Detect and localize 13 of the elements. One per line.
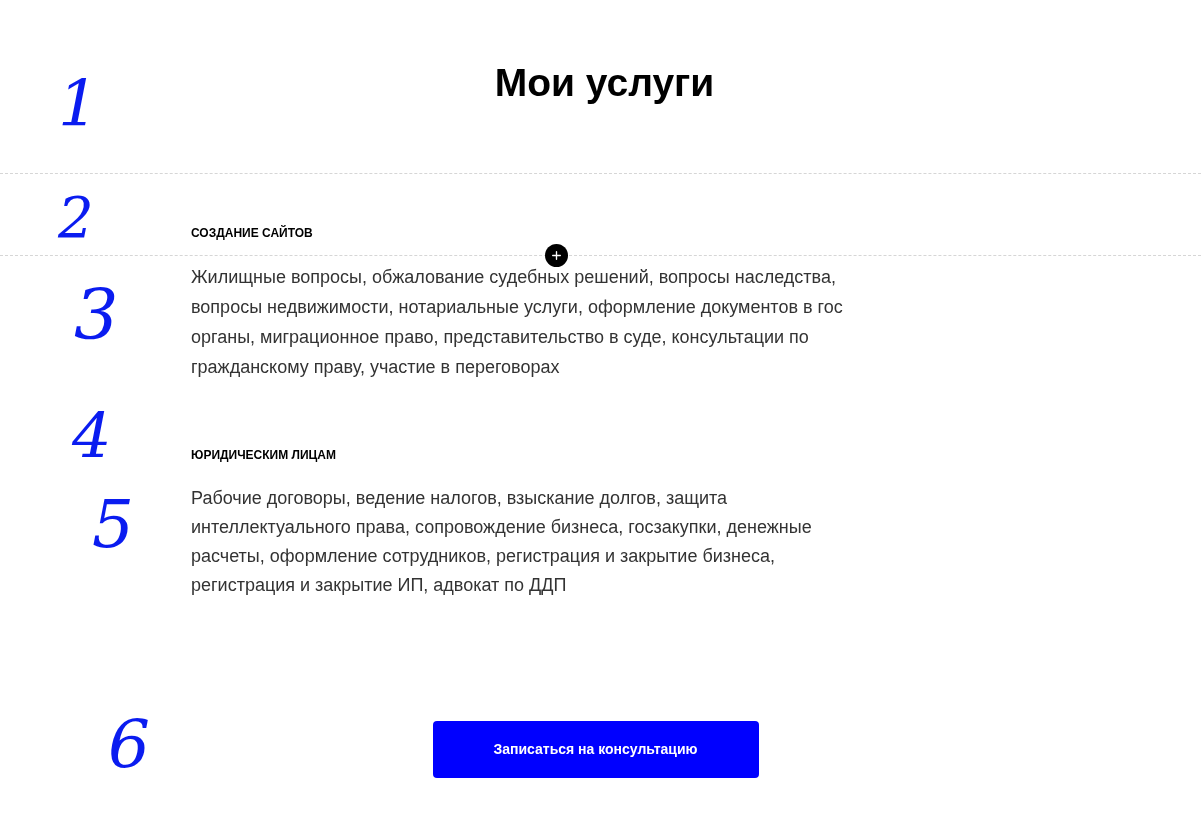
service-description: Рабочие договоры, ведение налогов, взыскание долгов, защита интеллектуального права, сопровождение бизнеса, госзакупки, денежные расчеты, оформление сотрудников, регистрация и закрытие бизнеса, регистрация и закрытие ИП, адвокат по ДДП <box>191 487 813 597</box>
plus-icon[interactable] <box>545 244 568 267</box>
handwritten-number: 5 <box>92 492 134 558</box>
page-title: Мои услуги <box>494 60 715 107</box>
section-heading: ЮРИДИЧЕСКИМ ЛИЦАМ <box>191 447 338 464</box>
handwritten-number: 4 <box>72 405 112 467</box>
handwritten-number: 3 <box>74 280 119 350</box>
handwritten-number: 2 <box>58 190 94 246</box>
service-description: Жилищные вопросы, обжалование судебных решений, вопросы наследства, вопросы недвижимости, нотариальные услуги, оформление документов в гос органы, миграционное право, представительство в суде, консультации по гражданскому праву, участие в переговорах <box>191 266 844 379</box>
section-heading: СОЗДАНИЕ САЙТОВ <box>191 224 313 242</box>
handwritten-number: 1 <box>58 72 99 136</box>
consultation-button[interactable]: Записаться на консультацию <box>432 721 759 778</box>
handwritten-number: 6 <box>108 712 150 778</box>
